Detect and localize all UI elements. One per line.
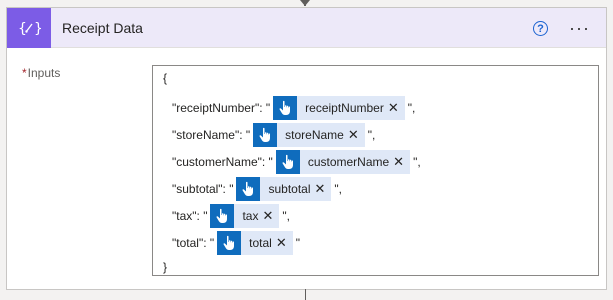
- hand-pointer-icon: [217, 231, 242, 255]
- hand-pointer-icon: [253, 123, 278, 147]
- dynamic-content-token[interactable]: storeName ✕: [253, 123, 365, 147]
- flow-arrow-icon: [300, 0, 310, 6]
- close-icon[interactable]: ✕: [262, 208, 279, 224]
- json-suffix: ",: [367, 128, 376, 142]
- json-suffix: ": [295, 236, 300, 250]
- close-icon[interactable]: ✕: [315, 181, 332, 197]
- help-circle-icon[interactable]: ?: [533, 21, 548, 36]
- token-label: receiptNumber: [305, 101, 384, 115]
- token-label: total: [249, 236, 272, 250]
- flow-connector-bottom: [305, 289, 306, 300]
- close-brace: }: [163, 260, 168, 274]
- card-title[interactable]: Receipt Data: [62, 20, 143, 36]
- card-header[interactable]: { } Receipt Data ? ···: [7, 8, 606, 48]
- svg-text:}: }: [34, 21, 41, 37]
- required-marker: *: [22, 66, 27, 80]
- token-label: subtotal: [268, 182, 311, 196]
- json-key: "subtotal": ": [172, 182, 234, 196]
- dynamic-content-token[interactable]: receiptNumber ✕: [273, 96, 405, 120]
- json-suffix: ",: [413, 155, 421, 169]
- hand-pointer-icon: [210, 204, 235, 228]
- json-suffix: ",: [334, 182, 343, 196]
- dynamic-content-token[interactable]: total ✕: [217, 231, 293, 255]
- hand-pointer-icon: [236, 177, 261, 201]
- json-line: "customerName": " customerName ✕ ",: [172, 150, 421, 174]
- token-label: storeName: [285, 128, 344, 142]
- curly-braces-variable-icon: { }: [7, 8, 51, 48]
- compose-action-card: { } Receipt Data ? ··· *Inputs { "receip…: [6, 7, 607, 290]
- inputs-label: *Inputs: [22, 66, 60, 80]
- json-line: "subtotal": " subtotal ✕ ",: [172, 177, 342, 201]
- json-key: "tax": ": [172, 209, 208, 223]
- open-brace: {: [163, 71, 168, 85]
- token-label: customerName: [307, 155, 390, 169]
- hand-pointer-icon: [275, 150, 300, 174]
- inputs-label-text: Inputs: [27, 66, 61, 80]
- json-suffix: ",: [407, 101, 416, 115]
- json-suffix: ",: [282, 209, 290, 223]
- json-line: "tax": " tax ✕ ",: [172, 204, 290, 228]
- more-horizontal-icon[interactable]: ···: [569, 18, 590, 39]
- hand-pointer-icon: [273, 96, 298, 120]
- json-key: "customerName": ": [172, 155, 273, 169]
- json-key: "receiptNumber": ": [172, 101, 271, 115]
- dynamic-content-token[interactable]: customerName ✕: [275, 150, 411, 174]
- json-key: "storeName": ": [172, 128, 251, 142]
- json-key: "total": ": [172, 236, 215, 250]
- dynamic-content-token[interactable]: subtotal ✕: [236, 177, 332, 201]
- close-icon[interactable]: ✕: [348, 127, 365, 143]
- token-label: tax: [242, 209, 259, 223]
- inputs-editor[interactable]: { "receiptNumber": " receiptNumber ✕ ", …: [152, 65, 599, 276]
- close-icon[interactable]: ✕: [276, 235, 293, 251]
- json-line: "total": " total ✕ ": [172, 231, 300, 255]
- json-line: "receiptNumber": " receiptNumber ✕ ",: [172, 96, 415, 120]
- dynamic-content-token[interactable]: tax ✕: [210, 204, 280, 228]
- close-icon[interactable]: ✕: [388, 100, 405, 116]
- json-line: "storeName": " storeName ✕ ",: [172, 123, 375, 147]
- close-icon[interactable]: ✕: [393, 154, 410, 170]
- svg-text:{: {: [18, 21, 27, 37]
